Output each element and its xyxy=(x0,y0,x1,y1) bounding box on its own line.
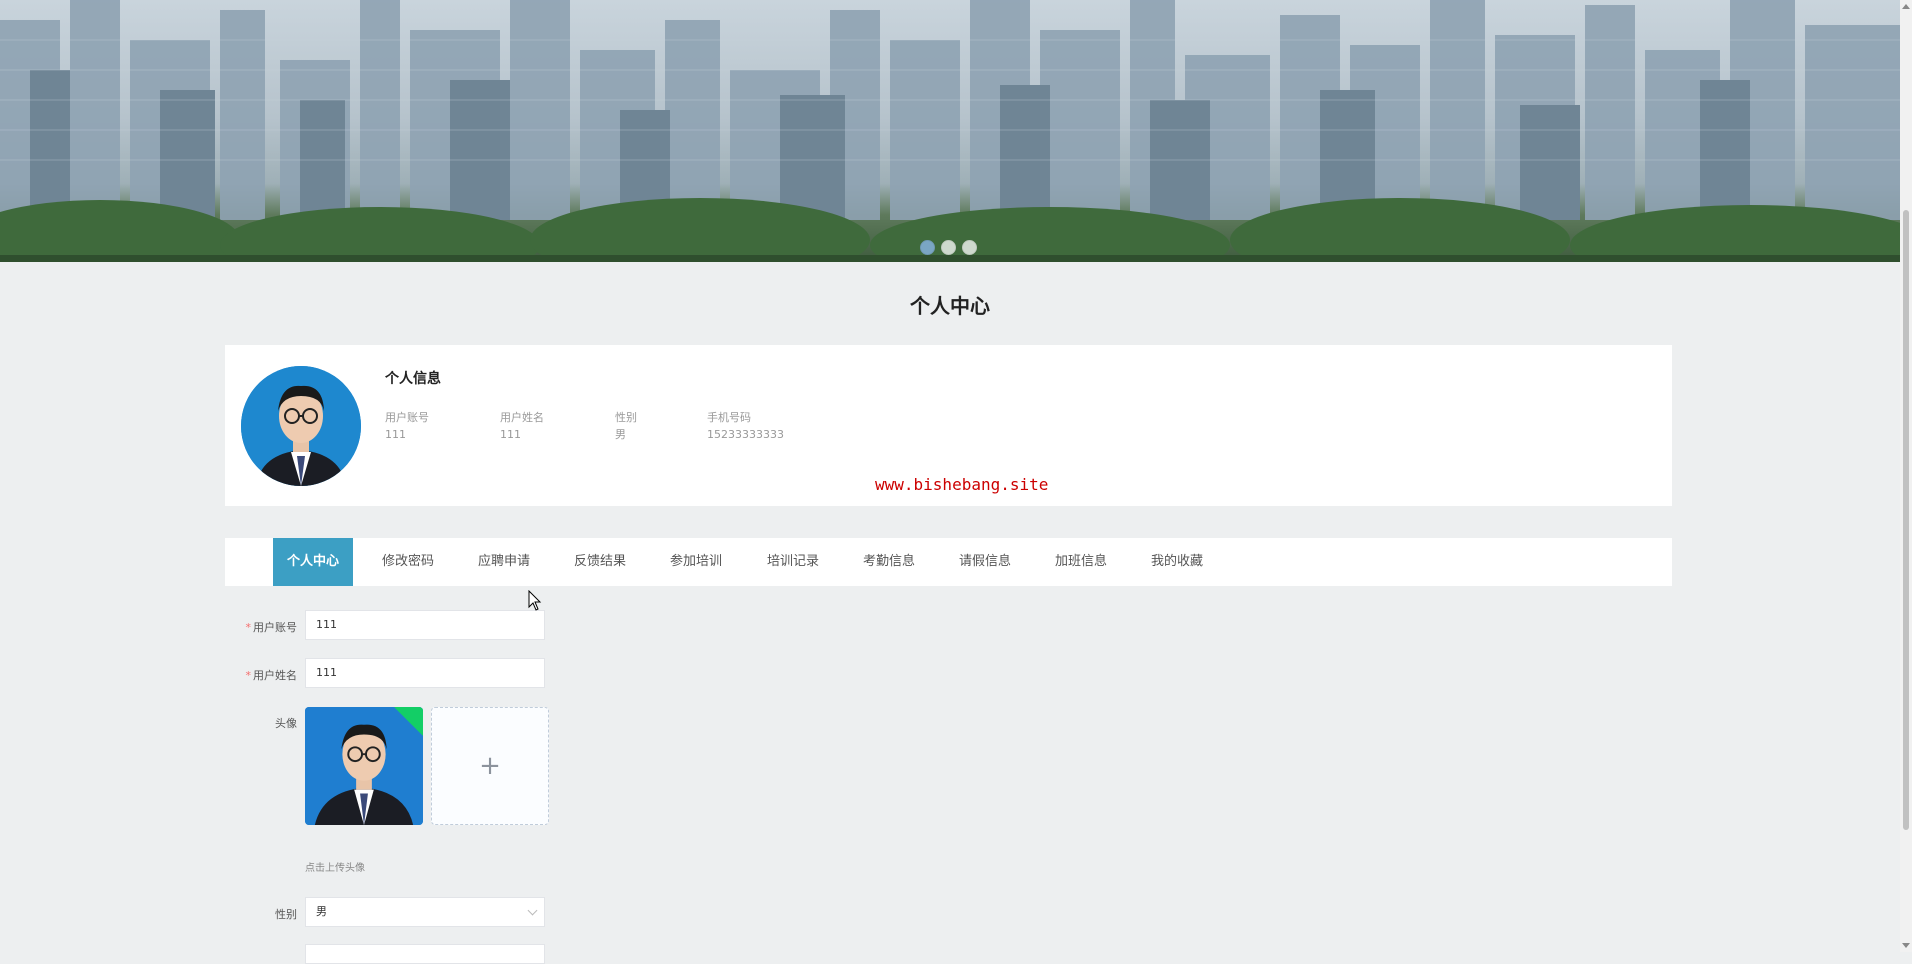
site-watermark: www.bishebang.site xyxy=(875,475,1049,494)
user-portrait-image xyxy=(241,366,361,486)
uploaded-avatar-thumbnail[interactable] xyxy=(305,707,423,825)
field-label: 手机号码 xyxy=(707,411,751,424)
scroll-down-icon[interactable] xyxy=(1902,943,1910,948)
profile-field-gender: 性别 男 xyxy=(615,409,637,443)
gender-select[interactable]: 男 xyxy=(305,897,545,927)
field-value: 111 xyxy=(500,428,521,441)
carousel-dot[interactable] xyxy=(962,240,977,255)
tab-job-application[interactable]: 应聘申请 xyxy=(464,538,544,586)
page-scrollbar[interactable] xyxy=(1900,0,1912,952)
field-label: 用户账号 xyxy=(385,411,429,424)
banner-carousel[interactable] xyxy=(0,0,1900,262)
tab-training-records[interactable]: 培训记录 xyxy=(753,538,833,586)
carousel-dot[interactable] xyxy=(920,240,935,255)
profile-field-phone: 手机号码 15233333333 xyxy=(707,409,784,443)
profile-section-title: 个人信息 xyxy=(385,371,441,387)
page-title: 个人中心 xyxy=(910,294,990,318)
name-input[interactable]: 111 xyxy=(305,658,545,688)
profile-field-name: 用户姓名 111 xyxy=(500,409,544,443)
tab-attendance[interactable]: 考勤信息 xyxy=(849,538,929,586)
carousel-indicators xyxy=(920,240,977,255)
profile-field-account: 用户账号 111 xyxy=(385,409,429,443)
avatar-label: 头像 xyxy=(275,717,297,730)
account-input[interactable]: 111 xyxy=(305,610,545,640)
chevron-down-icon xyxy=(527,905,538,916)
gender-select-value: 男 xyxy=(316,905,327,918)
tab-feedback-result[interactable]: 反馈结果 xyxy=(560,538,640,586)
tab-change-password[interactable]: 修改密码 xyxy=(368,538,448,586)
required-mark: * xyxy=(245,669,252,682)
mouse-cursor-icon xyxy=(528,590,542,611)
field-label: 性别 xyxy=(615,411,637,424)
scroll-thumb[interactable] xyxy=(1903,210,1909,830)
tab-favorites[interactable]: 我的收藏 xyxy=(1137,538,1217,586)
profile-card: 个人信息 用户账号 111 用户姓名 111 性别 男 手机号码 1523333… xyxy=(225,345,1672,506)
field-label: 用户姓名 xyxy=(500,411,544,424)
tab-overtime[interactable]: 加班信息 xyxy=(1041,538,1121,586)
field-value: 男 xyxy=(615,428,626,441)
name-label: * 用户姓名 xyxy=(245,669,298,682)
field-value: 111 xyxy=(385,428,406,441)
avatar-upload-button[interactable]: + xyxy=(431,707,549,825)
carousel-dot[interactable] xyxy=(941,240,956,255)
user-portrait-image xyxy=(305,707,423,825)
avatar xyxy=(241,366,361,486)
plus-icon: + xyxy=(479,751,501,781)
upload-tip: 点击上传头像 xyxy=(305,863,365,874)
field-value: 15233333333 xyxy=(707,428,784,441)
tab-join-training[interactable]: 参加培训 xyxy=(656,538,736,586)
account-label: * 用户账号 xyxy=(245,621,298,634)
gender-label: 性别 xyxy=(275,908,297,921)
next-field-input[interactable] xyxy=(305,944,545,964)
tab-personal-center[interactable]: 个人中心 xyxy=(273,538,353,586)
city-skyline-image xyxy=(0,0,1900,262)
profile-tabs: 个人中心 修改密码 应聘申请 反馈结果 参加培训 培训记录 考勤信息 请假信息 … xyxy=(225,538,1672,586)
scroll-up-icon[interactable] xyxy=(1902,4,1910,9)
tab-leave[interactable]: 请假信息 xyxy=(945,538,1025,586)
required-mark: * xyxy=(245,621,252,634)
